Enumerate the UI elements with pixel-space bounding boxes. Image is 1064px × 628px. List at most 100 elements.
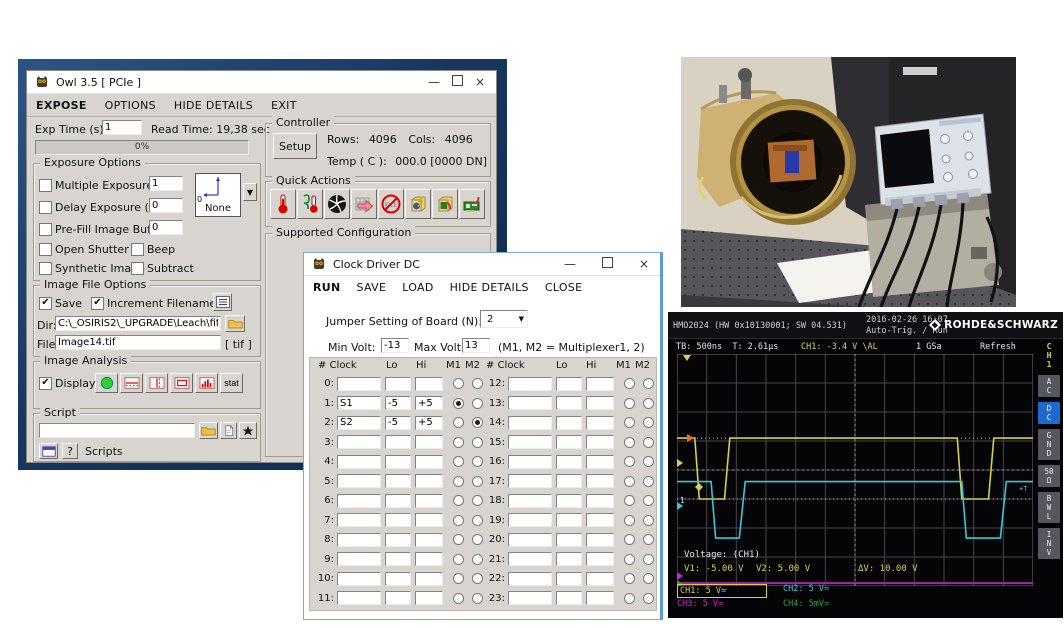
clock-hi-input[interactable] xyxy=(415,416,443,430)
clock-clock-input[interactable] xyxy=(337,572,381,586)
menu-item-close[interactable]: CLOSE xyxy=(545,281,583,294)
mux-m1-radio[interactable] xyxy=(453,378,464,389)
clock-lo-input[interactable] xyxy=(385,552,411,566)
clock-hi-input[interactable] xyxy=(586,474,614,488)
pci-card-icon[interactable] xyxy=(459,189,485,219)
open-shutter-checkbox[interactable] xyxy=(39,243,52,256)
clock-hi-input[interactable] xyxy=(415,513,443,527)
mux-m1-radio[interactable] xyxy=(624,534,635,545)
beep-checkbox[interactable] xyxy=(131,243,144,256)
clock-clock-input[interactable] xyxy=(337,494,381,508)
mux-m1-radio[interactable] xyxy=(453,534,464,545)
clock-clock-input[interactable] xyxy=(508,396,552,410)
circle-roi-icon[interactable] xyxy=(95,373,118,393)
script-run-icon[interactable] xyxy=(239,422,257,439)
clock-clock-input[interactable] xyxy=(508,591,552,605)
mux-m2-radio[interactable] xyxy=(472,495,483,506)
histogram-icon[interactable] xyxy=(195,373,218,393)
clock-clock-input[interactable] xyxy=(508,533,552,547)
mux-m2-radio[interactable] xyxy=(643,437,654,448)
mux-m2-radio[interactable] xyxy=(643,417,654,428)
max-volt-input[interactable] xyxy=(462,338,490,353)
clock-hi-input[interactable] xyxy=(586,377,614,391)
clock-hi-input[interactable] xyxy=(415,494,443,508)
clock-lo-input[interactable] xyxy=(556,416,582,430)
stat-button[interactable]: stat xyxy=(220,373,243,393)
clock-clock-input[interactable] xyxy=(337,474,381,488)
clock-hi-input[interactable] xyxy=(415,474,443,488)
clock-hi-input[interactable] xyxy=(586,494,614,508)
mux-m1-radio[interactable] xyxy=(453,476,464,487)
clock-clock-input[interactable] xyxy=(508,474,552,488)
clock-hi-input[interactable] xyxy=(415,572,443,586)
mux-m2-radio[interactable] xyxy=(643,476,654,487)
clock-lo-input[interactable] xyxy=(556,377,582,391)
minimize-icon[interactable]: — xyxy=(562,256,578,272)
minimize-icon[interactable]: — xyxy=(426,74,442,90)
mux-m1-radio[interactable] xyxy=(453,417,464,428)
mux-m2-radio[interactable] xyxy=(643,495,654,506)
menu-item-expose[interactable]: EXPOSE xyxy=(36,99,87,112)
clock-clock-input[interactable] xyxy=(508,552,552,566)
dir-input[interactable] xyxy=(55,316,221,331)
mux-m2-radio[interactable] xyxy=(472,417,483,428)
mux-m1-radio[interactable] xyxy=(624,573,635,584)
exp-time-input[interactable] xyxy=(102,120,142,135)
mux-m1-radio[interactable] xyxy=(453,495,464,506)
clock-clock-input[interactable] xyxy=(508,455,552,469)
clock-clock-input[interactable] xyxy=(337,552,381,566)
clock-lo-input[interactable] xyxy=(556,513,582,527)
mux-m2-radio[interactable] xyxy=(643,398,654,409)
clock-lo-input[interactable] xyxy=(385,474,411,488)
mux-m1-radio[interactable] xyxy=(453,593,464,604)
display-checkbox[interactable] xyxy=(39,377,52,390)
clock-clock-input[interactable] xyxy=(337,455,381,469)
maximize-icon[interactable] xyxy=(599,256,615,272)
jumper-setting-select[interactable]: 2 ▼ xyxy=(480,310,528,328)
mux-m1-radio[interactable] xyxy=(453,398,464,409)
idle-off-icon[interactable]: IDLE xyxy=(378,189,404,219)
clock-lo-input[interactable] xyxy=(385,435,411,449)
menu-item-hide-details[interactable]: HIDE DETAILS xyxy=(174,99,253,112)
clock-hi-input[interactable] xyxy=(586,533,614,547)
min-volt-input[interactable] xyxy=(381,338,409,353)
clock-clock-input[interactable] xyxy=(337,416,381,430)
clock-hi-input[interactable] xyxy=(586,552,614,566)
mux-m1-radio[interactable] xyxy=(624,593,635,604)
clock-clock-input[interactable] xyxy=(508,377,552,391)
clock-clock-input[interactable] xyxy=(508,513,552,527)
mux-m2-radio[interactable] xyxy=(472,554,483,565)
mux-m1-radio[interactable] xyxy=(453,573,464,584)
clock-hi-input[interactable] xyxy=(586,416,614,430)
clock-hi-input[interactable] xyxy=(586,396,614,410)
mux-m1-radio[interactable] xyxy=(624,456,635,467)
clock-hi-input[interactable] xyxy=(586,591,614,605)
clock-lo-input[interactable] xyxy=(556,494,582,508)
mux-m1-radio[interactable] xyxy=(624,515,635,526)
clock-clock-input[interactable] xyxy=(337,513,381,527)
readout-icon[interactable] xyxy=(351,189,377,219)
clock-lo-input[interactable] xyxy=(385,377,411,391)
increment-filename-checkbox[interactable] xyxy=(91,297,104,310)
mux-m1-radio[interactable] xyxy=(624,437,635,448)
file-input[interactable] xyxy=(55,335,221,350)
mux-m2-radio[interactable] xyxy=(643,378,654,389)
mux-m1-radio[interactable] xyxy=(624,417,635,428)
clock-hi-input[interactable] xyxy=(415,552,443,566)
mux-m2-radio[interactable] xyxy=(643,534,654,545)
mux-m2-radio[interactable] xyxy=(643,593,654,604)
clock-clock-input[interactable] xyxy=(337,396,381,410)
mux-m1-radio[interactable] xyxy=(624,476,635,487)
mux-m2-radio[interactable] xyxy=(472,476,483,487)
script-console-icon[interactable] xyxy=(39,443,58,459)
mux-m2-radio[interactable] xyxy=(472,573,483,584)
clock-lo-input[interactable] xyxy=(556,474,582,488)
setup-button[interactable]: Setup xyxy=(273,133,317,159)
clock-lo-input[interactable] xyxy=(385,455,411,469)
clock-lo-input[interactable] xyxy=(556,533,582,547)
mux-m2-radio[interactable] xyxy=(643,573,654,584)
clock-clock-input[interactable] xyxy=(337,591,381,605)
clock-hi-input[interactable] xyxy=(586,435,614,449)
menu-item-exit[interactable]: EXIT xyxy=(271,99,297,112)
power-supply-icon[interactable] xyxy=(405,189,431,219)
